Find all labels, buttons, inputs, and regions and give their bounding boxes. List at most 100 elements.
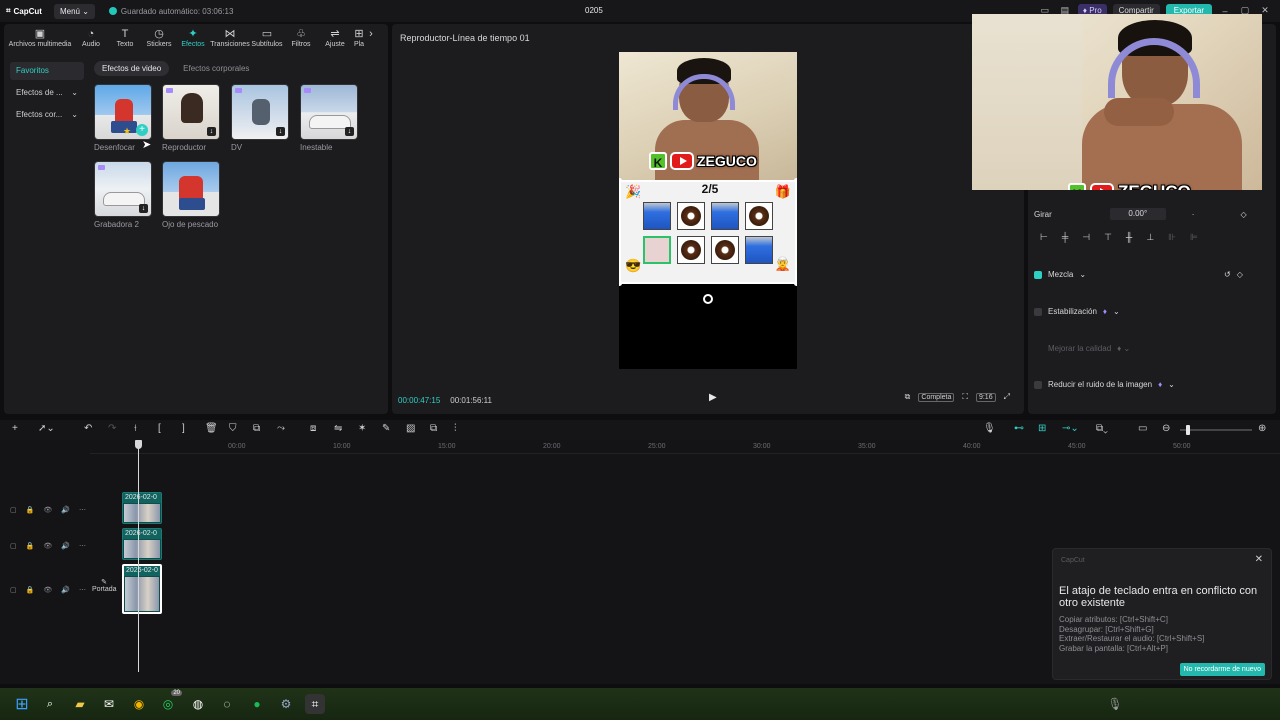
tab-stickers[interactable]: ◷ Stickers [142, 28, 176, 48]
align-bottom-icon[interactable]: ⊥ [1146, 232, 1154, 243]
zoom-out-icon[interactable]: ⊖ [1162, 423, 1170, 434]
align-top-icon[interactable]: ⊤ [1104, 232, 1112, 243]
download-icon[interactable]: ↓ [345, 127, 354, 136]
spotify-icon[interactable]: ● [247, 694, 267, 714]
full-quality-button[interactable]: Completa [918, 392, 955, 402]
rotate-field[interactable]: 0.00° [1109, 208, 1166, 220]
distribute-h-icon[interactable]: ⊪ [1168, 232, 1176, 243]
lock-icon[interactable]: 🔒 [26, 586, 35, 594]
speaker-icon[interactable]: 🔊 [61, 506, 70, 514]
noise-checkbox[interactable] [1034, 380, 1042, 389]
ai-icon[interactable]: ✎ [382, 423, 390, 434]
cover-button[interactable]: ✎ Portada [92, 578, 117, 593]
track-icon[interactable]: ▢ [10, 506, 17, 514]
steam-icon[interactable]: ⚙ [276, 694, 296, 714]
align-right-icon[interactable]: ⊣ [1082, 232, 1090, 243]
download-icon[interactable]: ↓ [207, 127, 216, 136]
speed-icon[interactable]: ⤳ [277, 423, 285, 434]
mask-icon[interactable]: ▨ [406, 423, 415, 434]
fullscreen-icon[interactable]: ⤢ [1004, 392, 1010, 402]
more-icon[interactable]: ⋯ [79, 506, 86, 514]
timeline-clip[interactable]: 2026-02-0 [122, 528, 162, 560]
crop-icon[interactable]: ⧉ [253, 423, 260, 434]
snap-icon[interactable]: ⊸⌄ [1062, 423, 1079, 434]
eye-icon[interactable]: 👁 [43, 542, 52, 550]
effect-card-unstable[interactable]: ↓ Inestable [300, 84, 358, 152]
dont-remind-button[interactable]: No recordarme de nuevo [1179, 663, 1265, 676]
tab-transitions[interactable]: ⋈ Transiciones [210, 28, 250, 48]
freeze-icon[interactable]: ⧈ [310, 423, 316, 434]
noise-row[interactable]: Reducir el ruido de la imagen ♦ ⌄ [1034, 380, 1175, 389]
mail-icon[interactable]: ✉ [99, 694, 119, 714]
magnet-icon[interactable]: ⊞ [1038, 423, 1046, 434]
add-icon[interactable]: + [136, 124, 148, 136]
subtab-body-effects[interactable]: Efectos corporales [175, 61, 257, 76]
close-icon[interactable]: ✕ [1255, 554, 1263, 565]
eye-icon[interactable]: 👁 [43, 506, 52, 514]
microphone-icon[interactable]: 🎙 [983, 423, 996, 434]
magic-icon[interactable]: ✶ [358, 423, 366, 434]
obs-icon[interactable]: ◍ [188, 694, 208, 714]
app-icon[interactable]: ◌ [217, 694, 237, 714]
tab-adjust[interactable]: ⇌ Ajuste [318, 28, 352, 48]
file-explorer-icon[interactable]: ▰ [70, 694, 90, 714]
effect-card-recorder2[interactable]: ↓ Grabadora 2 [94, 161, 152, 229]
preview-axis-icon[interactable]: ⧉⌄ [1096, 423, 1108, 434]
tab-effects[interactable]: ✦ Efectos [176, 28, 210, 48]
effect-card-fisheye[interactable]: Ojo de pescado [162, 161, 220, 229]
align-center-icon[interactable]: ╪ [1062, 232, 1068, 243]
zoom-in-icon[interactable]: ⊕ [1258, 423, 1266, 434]
tabs-more-icon[interactable]: › [366, 28, 376, 48]
star-icon[interactable]: ★ [123, 126, 131, 137]
link-icon[interactable]: ⊷ [1014, 423, 1024, 434]
tab-plugins[interactable]: ⊞ Pla [352, 28, 366, 48]
tab-text[interactable]: T Texto [108, 28, 142, 48]
chrome-icon[interactable]: ◉ [129, 694, 149, 714]
keyframe-icon[interactable]: ◇ [1237, 270, 1243, 279]
split-icon[interactable]: ⟊ [134, 423, 137, 434]
keyframe-icon[interactable]: ◇ [1240, 210, 1246, 219]
select-tool-icon[interactable]: ➚⌄ [38, 423, 55, 434]
zoom-slider[interactable] [1180, 425, 1252, 435]
zoom-slider-thumb[interactable] [1186, 425, 1190, 435]
tab-audio[interactable]: ◔ Audio [74, 28, 108, 48]
tab-filters[interactable]: ♧ Filtros [284, 28, 318, 48]
timeline-clip-selected[interactable]: 2026-02-0 [122, 564, 162, 614]
marker-icon[interactable]: ⛉ [229, 423, 237, 434]
sidebar-item-body-effects[interactable]: Efectos cor... ⌄ [10, 106, 84, 124]
add-icon[interactable]: + [12, 423, 18, 434]
track-icon[interactable]: ▢ [10, 542, 17, 550]
effect-card-dv[interactable]: ↓ DV [231, 84, 289, 152]
sidebar-item-video-effects[interactable]: Efectos de ... ⌄ [10, 84, 84, 102]
align-left-icon[interactable]: ⊢ [1040, 232, 1048, 243]
download-icon[interactable]: ↓ [139, 204, 148, 213]
whatsapp-icon[interactable]: ◎ 20 [158, 690, 182, 714]
trim-left-icon[interactable]: [ [158, 423, 161, 434]
subtab-video-effects[interactable]: Efectos de video [94, 61, 170, 76]
ratio-button[interactable]: 9:16 [975, 392, 996, 402]
redo-icon[interactable]: ↷ [108, 423, 116, 434]
mic-tray-icon[interactable]: 🎙 [1105, 694, 1125, 714]
video-canvas[interactable]: K ZEGUCO 2/5 🎉 🎁 😎 🧝 [619, 52, 797, 369]
align-middle-icon[interactable]: ╫ [1126, 232, 1132, 243]
lock-icon[interactable]: 🔒 [26, 542, 35, 550]
trim-right-icon[interactable]: ] [182, 423, 185, 434]
audio-wave-icon[interactable]: ⫶ [454, 423, 457, 434]
undo-icon[interactable]: ↶ [84, 423, 92, 434]
resize-handle[interactable] [619, 281, 622, 286]
more-icon[interactable]: ⋯ [79, 542, 86, 550]
resize-handle[interactable] [794, 281, 797, 286]
tab-subtitles[interactable]: ▭ Subtítulos [250, 28, 284, 48]
windows-start-icon[interactable]: ⊞ [12, 694, 32, 714]
distribute-v-icon[interactable]: ⊫ [1190, 232, 1198, 243]
blend-checkbox[interactable] [1034, 270, 1042, 279]
playhead[interactable] [138, 440, 139, 672]
reset-icon[interactable]: ↺ [1224, 270, 1231, 279]
time-ruler[interactable]: 00:00 10:00 15:00 20:00 25:00 30:00 35:0… [90, 440, 1280, 454]
zoom-fit-icon[interactable]: ⛶ [962, 392, 968, 402]
more-icon[interactable]: ⋯ [79, 586, 86, 594]
speaker-icon[interactable]: 🔊 [61, 542, 70, 550]
timeline-clip[interactable]: 2026-02-0 [122, 492, 162, 524]
edit-icon[interactable]: ⧉ [430, 423, 437, 434]
delete-icon[interactable]: 🗑 [205, 423, 218, 434]
